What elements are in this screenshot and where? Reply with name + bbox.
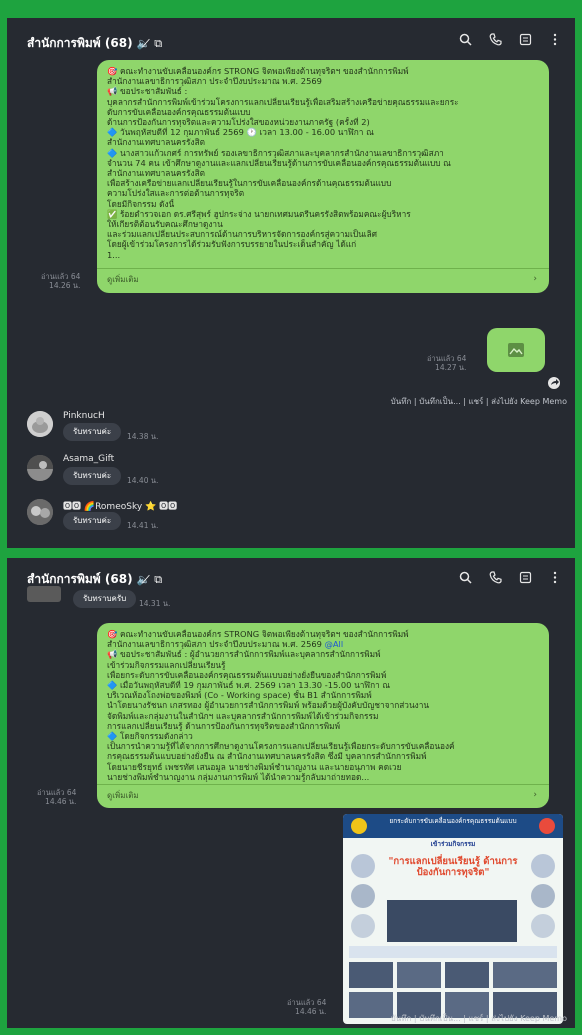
message-time: 14.46 น.	[45, 797, 77, 806]
message-line: กรคุณธรรมต้นแบบอย่างยั่งยืน ณ สำนักงานเท…	[107, 751, 427, 762]
note-icon[interactable]: ⧉	[154, 573, 162, 586]
message-line: 🔷 เมื่อวันพฤหัสบดีที่ 19 กุมภาพันธ์ พ.ศ.…	[107, 680, 391, 691]
message-bubble[interactable]: 🎯 คณะทำงานขับเคลื่อนองค์กร STRONG จิตพอเ…	[97, 623, 549, 808]
reply-bubble[interactable]: รับทราบครับ	[73, 590, 137, 608]
message-time: 14.41 น.	[127, 521, 159, 530]
message-time: 14.38 น.	[127, 432, 159, 441]
chat-list-icon[interactable]	[517, 30, 533, 48]
read-count: อ่านแล้ว 64	[427, 354, 467, 363]
message-line: สำนักงานเทศบาลนครรังสิต	[107, 168, 206, 179]
message-line: ความโปร่งใสและการต่อต้านการทุจริต	[107, 188, 245, 199]
message-line: โดยผู้เข้าร่วมโครงการได้ร่วมรับฟังการบรร…	[107, 239, 357, 250]
chevron-right-icon[interactable]: ›	[533, 274, 537, 284]
image-meta: อ่านแล้ว 64 14.46 น.	[287, 998, 326, 1016]
message-line: ด้านการป้องกันการทุจริตและความโปร่งใสของ…	[107, 117, 370, 128]
message-line: 📢 ขอประชาสัมพันธ์ :	[107, 86, 188, 97]
poster-photos	[349, 818, 557, 1018]
message-line: และร่วมแลกเปลี่ยนประสบการณ์ด้านการบริหาร…	[107, 229, 377, 240]
see-more-link[interactable]: ดูเพิ่มเติม	[107, 791, 139, 801]
avatar[interactable]	[27, 411, 53, 437]
message-text: 🎯 คณะทำงานขับเคลื่อนองค์กร STRONG จิตพอเ…	[107, 66, 539, 260]
avatar[interactable]	[27, 499, 53, 525]
mute-icon[interactable]: 🔈̸	[137, 573, 151, 586]
image-actions[interactable]: บันทึก | บันทึกเป็น... | แชร์ | ส่งไปยัง…	[391, 1012, 567, 1025]
message-line: สำนักงานเลขาธิการวุฒิสภา ประจำปีงบประมาณ…	[107, 76, 322, 87]
message-time: 14.40 น.	[127, 476, 159, 485]
message-line: นายช่างพิมพ์ชำนาญงาน กลุ่มงานการพิมพ์ ได…	[107, 771, 370, 782]
divider	[97, 268, 549, 269]
image-meta: อ่านแล้ว 64 14.27 น.	[427, 354, 466, 372]
chat-header: สำนักการพิมพ์ (68) 🔈̸ ⧉	[7, 18, 575, 66]
chevron-right-icon[interactable]: ›	[533, 790, 537, 800]
message-line: สำนักงานเทศบาลนครรังสิต	[107, 137, 206, 148]
poster-image[interactable]: ยกระดับการขับเคลื่อนองค์กรคุณธรรมต้นแบบ …	[343, 814, 563, 1024]
message-line: โดยมีกิจกรรม ดังนี้	[107, 198, 175, 209]
image-actions[interactable]: บันทึก | บันทึกเป็น... | แชร์ | ส่งไปยัง…	[391, 395, 567, 408]
reply-bubble[interactable]: รับทราบค่ะ	[63, 467, 122, 485]
message-meta: อ่านแล้ว 64 14.46 น.	[37, 788, 76, 806]
sender-name[interactable]: 🅾🅾 🌈RomeoSky ⭐ 🅾🅾	[63, 499, 177, 512]
message-line: เพื่อสร้างเครือข่ายแลกเปลี่ยนเรียนรู้ในก…	[107, 178, 392, 189]
message-bubble[interactable]: 🎯 คณะทำงานขับเคลื่อนองค์กร STRONG จิตพอเ…	[97, 60, 549, 293]
message-line: จัดพิมพ์และกลุ่มงานในสำนักฯ และบุคลากรสำ…	[107, 710, 379, 721]
note-icon[interactable]: ⧉	[154, 37, 162, 50]
sender-name[interactable]: PinknucH	[63, 411, 105, 421]
avatar[interactable]	[27, 586, 61, 602]
message-line: ✅ ร้อยตำรวจเอก ดร.ศรีสุพร์ ฮูปกระจ่าง นา…	[107, 208, 411, 219]
avatar[interactable]	[27, 455, 53, 481]
message-line: 🔷 นางสาวแก้วเกศร์ การทรัพย์ รองเลขาธิการ…	[107, 147, 444, 158]
message-time: 14.27 น.	[435, 363, 467, 372]
message-text: 🎯 คณะทำงานขับเคลื่อนองค์กร STRONG จิตพอเ…	[107, 629, 539, 782]
share-icon[interactable]	[547, 375, 561, 389]
chat-panel-bottom: สำนักการพิมพ์ (68) 🔈̸ ⧉ รับทราบครับ 14.31 …	[7, 558, 575, 1028]
message-meta: อ่านแล้ว 64 14.26 น.	[41, 272, 80, 290]
chat-panel-top: สำนักการพิมพ์ (68) 🔈̸ ⧉ 🎯 คณะทำงานขับเคลื่…	[7, 18, 575, 548]
mention-all[interactable]: @All	[325, 639, 344, 649]
more-icon[interactable]	[547, 30, 563, 48]
reply-bubble[interactable]: รับทราบค่ะ	[63, 423, 122, 441]
message-line: การแลกเปลี่ยนเรียนรู้ ด้านการป้องกันการท…	[107, 720, 341, 731]
message-line: นำโดยนางรัชนก เกสรทอง ผู้อำนวยการสำนักกา…	[107, 700, 430, 711]
message-line: 🔷 โดยกิจกรรมดังกล่าว	[107, 731, 193, 742]
message-time: 14.46 น.	[295, 1007, 327, 1016]
mute-icon[interactable]: 🔈̸	[137, 37, 151, 50]
group-name: สำนักการพิมพ์ (68)	[27, 36, 133, 50]
read-count: อ่านแล้ว 64	[287, 998, 327, 1007]
chat-title: สำนักการพิมพ์ (68) 🔈̸ ⧉	[27, 34, 162, 53]
message-line: 🎯 คณะทำงานขับเคลื่อนองค์กร STRONG จิตพอเ…	[107, 66, 409, 76]
message-time: 14.26 น.	[49, 281, 81, 290]
divider	[97, 784, 549, 785]
message-line: เป็นการนำความรู้ที่ได้จากการศึกษาดูงานโค…	[107, 741, 455, 752]
message-line: โดยนายชีรยุทธ์ เพชรทัศ เสนอมูล นายช่างพิ…	[107, 761, 402, 772]
message-line: 1...	[107, 249, 121, 260]
message-line: บริเวณห้องโถงพ่อของพิมพ์ (Co - Working s…	[107, 690, 372, 701]
reply-bubble[interactable]: รับทราบค่ะ	[63, 512, 122, 530]
chat-header: สำนักการพิมพ์ (68) 🔈̸ ⧉	[7, 558, 575, 588]
sender-name[interactable]: Asama_Gift	[63, 454, 114, 464]
message-line: บุคลากรสำนักการพิมพ์เข้าร่วมโครงการแลกเป…	[107, 96, 459, 107]
message-line: เพื่อยกระดับการขับเคลื่อนองค์กรคุณธรรมต้…	[107, 669, 387, 680]
image-message[interactable]	[487, 328, 545, 372]
see-more-link[interactable]: ดูเพิ่มเติม	[107, 275, 139, 285]
message-line: สำนักงานเลขาธิการวุฒิสภา ประจำปีงบประมาณ…	[107, 639, 344, 650]
more-icon[interactable]	[547, 568, 563, 586]
phone-icon[interactable]	[487, 568, 503, 586]
read-count: อ่านแล้ว 64	[41, 272, 81, 281]
message-line: ดับการขับเคลื่อนองค์กรคุณธรรมต้นแบบ	[107, 106, 251, 117]
message-line: จำนวน 74 คน เข้าศึกษาดูงานและแลกเปลี่ยนเ…	[107, 157, 451, 168]
search-icon[interactable]	[457, 30, 473, 48]
image-placeholder-icon	[508, 343, 524, 357]
phone-icon[interactable]	[487, 30, 503, 48]
chat-list-icon[interactable]	[517, 568, 533, 586]
message-line: เข้าร่วมกิจกรรมแลกเปลี่ยนเรียนรู้	[107, 659, 226, 670]
message-line: ให้เกียรติต้อนรับคณะศึกษาดูงาน	[107, 219, 223, 230]
group-name: สำนักการพิมพ์ (68)	[27, 572, 133, 586]
message-line: 🔷 วันพฤหัสบดีที่ 12 กุมภาพันธ์ 2569 🕐 เว…	[107, 127, 374, 138]
message-time: 14.31 น.	[139, 599, 171, 608]
message-line: 🎯 คณะทำงานขับเคลื่อนองค์กร STRONG จิตพอเ…	[107, 629, 409, 639]
read-count: อ่านแล้ว 64	[37, 788, 77, 797]
search-icon[interactable]	[457, 568, 473, 586]
message-line: 📢 ขอประชาสัมพันธ์ : ผู้อำนวยการสำนักการพ…	[107, 649, 381, 660]
